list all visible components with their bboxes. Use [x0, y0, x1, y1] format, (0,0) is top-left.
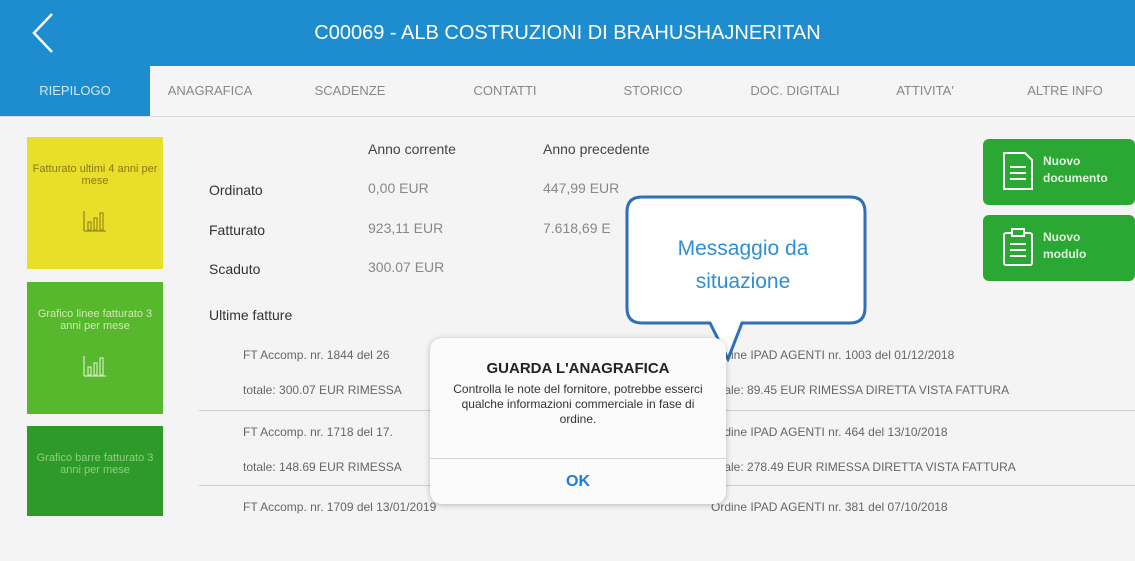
tab-attivita[interactable]: ATTIVITA' — [870, 66, 980, 116]
invoice-doc: FT Accomp. nr. 1844 del 26 — [243, 348, 390, 362]
tab-doc-digitali[interactable]: DOC. DIGITALI — [725, 66, 865, 116]
tile-label: Grafico linee fatturato 3 anni per mese — [37, 308, 153, 332]
ordinato-current: 0,00 EUR — [368, 180, 429, 196]
invoice-doc: FT Accomp. nr. 1718 del 17. — [243, 425, 393, 439]
tile-fatturato-4-anni[interactable]: Fatturato ultimi 4 anni per mese — [27, 137, 163, 269]
invoice-order: Ordine IPAD AGENTI nr. 381 del 07/10/201… — [711, 500, 948, 514]
invoice-doc: FT Accomp. nr. 1709 del 13/01/2019 — [243, 500, 437, 514]
tab-riepilogo[interactable]: RIEPILOGO — [0, 66, 150, 116]
tile-grafico-linee[interactable]: Grafico linee fatturato 3 anni per mese — [27, 282, 163, 414]
ultime-fatture-title: Ultime fatture — [209, 307, 293, 323]
tab-anagrafica[interactable]: ANAGRAFICA — [150, 66, 270, 116]
tab-bar: RIEPILOGO ANAGRAFICA SCADENZE CONTATTI S… — [0, 66, 1135, 117]
tile-label: Grafico barre fatturato 3 anni per mese — [36, 452, 154, 476]
document-icon — [1003, 152, 1033, 190]
col-anno-corrente: Anno corrente — [368, 141, 456, 157]
row-label-ordinato: Ordinato — [209, 182, 263, 198]
invoice-total: totale: 300.07 EUR RIMESSA — [243, 383, 402, 397]
alert-dialog: GUARDA L'ANAGRAFICA Controlla le note de… — [430, 338, 726, 504]
page-title: C00069 - ALB COSTRUZIONI DI BRAHUSHAJNER… — [314, 22, 821, 44]
tile-grafico-barre[interactable]: Grafico barre fatturato 3 anni per mese — [27, 426, 163, 516]
tab-storico[interactable]: STORICO — [593, 66, 713, 116]
clipboard-icon — [1003, 228, 1033, 266]
callout-line-1: Messaggio da — [677, 237, 809, 260]
ok-button[interactable]: OK — [430, 459, 726, 504]
invoice-order-total: totale: 278.49 EUR RIMESSA DIRETTA VISTA… — [711, 460, 1016, 474]
invoice-order: Ordine IPAD AGENTI nr. 464 del 13/10/201… — [711, 425, 948, 439]
invoice-total: totale: 148.69 EUR RIMESSA — [243, 460, 402, 474]
tab-contatti[interactable]: CONTATTI — [445, 66, 565, 116]
dialog-message: Controlla le note del fornitore, potrebb… — [453, 382, 703, 426]
ordinato-previous: 447,99 EUR — [543, 180, 620, 196]
invoice-order-total: totale: 89.45 EUR RIMESSA DIRETTA VISTA … — [711, 383, 1010, 397]
nuovo-documento-button[interactable]: Nuovo documento — [983, 139, 1135, 205]
fatturato-previous: 7.618,69 E — [543, 220, 611, 236]
dialog-title: GUARDA L'ANAGRAFICA — [486, 360, 670, 377]
nuovo-documento-label-2: documento — [1043, 171, 1108, 185]
col-anno-precedente: Anno precedente — [543, 141, 650, 157]
callout-text: Messaggio da situazione — [636, 232, 850, 298]
nuovo-documento-label-1: Nuovo — [1043, 154, 1081, 168]
callout-line-2: situazione — [695, 270, 791, 293]
tile-label: Fatturato ultimi 4 anni per mese — [32, 163, 158, 187]
bar-chart-icon — [83, 356, 106, 377]
fatturato-current: 923,11 EUR — [368, 220, 444, 236]
row-label-scaduto: Scaduto — [209, 261, 261, 277]
app-header: C00069 - ALB COSTRUZIONI DI BRAHUSHAJNER… — [0, 0, 1135, 66]
scaduto-current: 300.07 EUR — [368, 259, 445, 275]
tab-altre-info[interactable]: ALTRE INFO — [1000, 66, 1130, 116]
nuovo-modulo-label-1: Nuovo — [1043, 230, 1081, 244]
tab-scadenze[interactable]: SCADENZE — [290, 66, 410, 116]
bar-chart-icon — [83, 211, 106, 232]
nuovo-modulo-button[interactable]: Nuovo modulo — [983, 215, 1135, 281]
nuovo-modulo-label-2: modulo — [1043, 247, 1087, 261]
row-label-fatturato: Fatturato — [209, 222, 266, 238]
